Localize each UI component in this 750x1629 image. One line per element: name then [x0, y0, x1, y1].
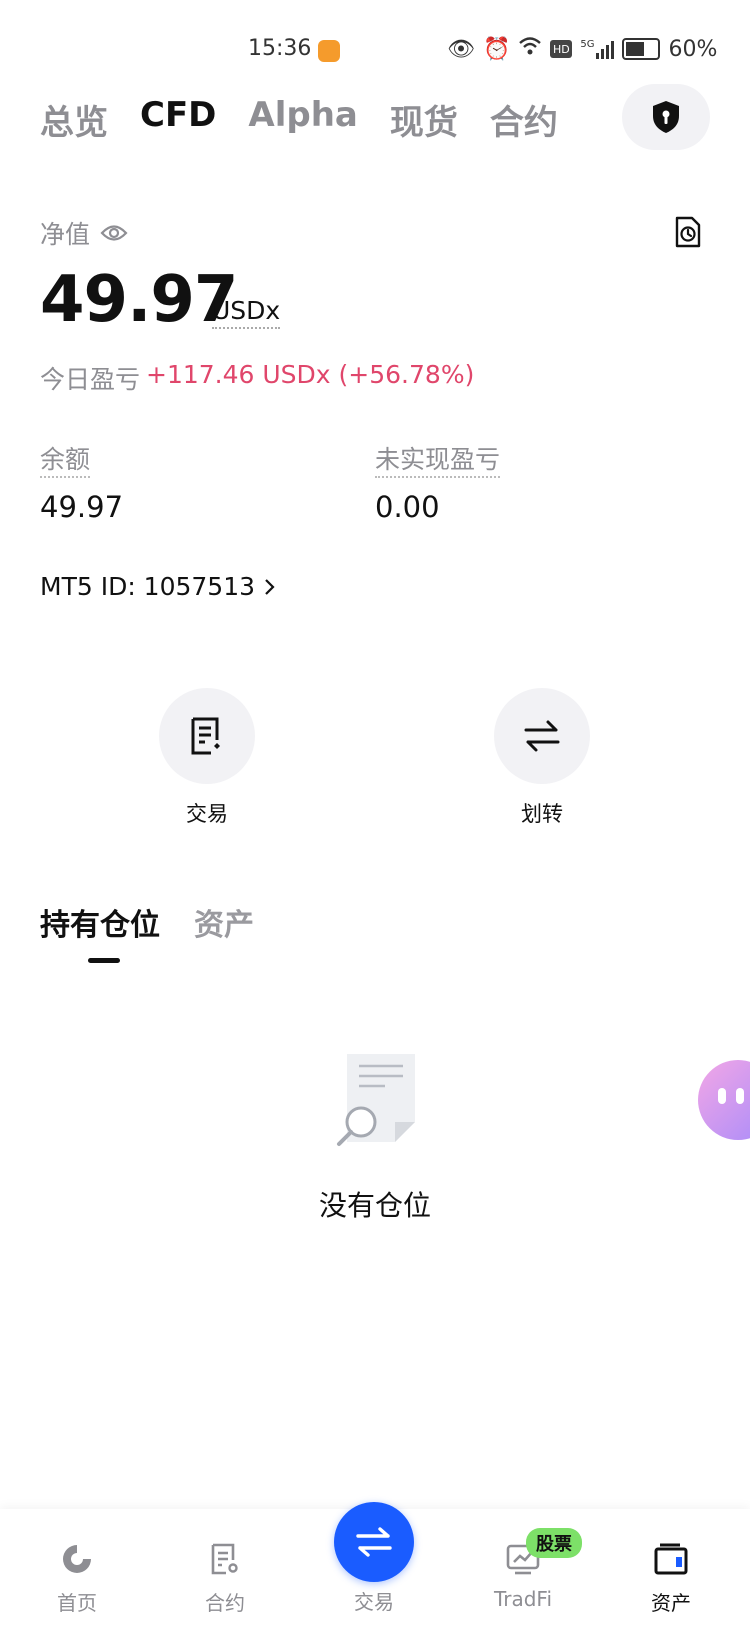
unrealized-pnl-value: 0.00	[375, 490, 440, 524]
today-pnl-label: 今日盈亏	[40, 365, 141, 394]
wallet-icon	[654, 1543, 688, 1575]
net-value-amount: 49.97	[40, 263, 238, 337]
mt5-id-link[interactable]: MT5 ID: 1057513	[40, 572, 275, 601]
tab-cfd[interactable]: CFD	[140, 95, 216, 144]
nav-assets[interactable]: 资产	[616, 1542, 726, 1616]
bubble-eye-icon	[718, 1088, 726, 1104]
status-indicators: 👁 ⏰ HD 5G 60%	[447, 36, 717, 62]
shield-icon	[653, 101, 679, 133]
alarm-icon: ⏰	[482, 36, 511, 62]
nav-assets-label: 资产	[651, 1591, 691, 1615]
tab-futures[interactable]: 合约	[490, 95, 558, 144]
wifi-icon	[518, 36, 542, 62]
transfer-action-label: 划转	[521, 802, 563, 826]
balance-label[interactable]: 余额	[40, 445, 91, 478]
history-icon[interactable]	[674, 216, 702, 252]
trade-action[interactable]: 交易	[147, 688, 267, 828]
mt5-id-text: MT5 ID: 1057513	[40, 572, 256, 601]
bubble-eye-icon	[736, 1088, 744, 1104]
home-icon	[63, 1545, 91, 1573]
futures-icon	[211, 1543, 238, 1575]
transfer-icon	[524, 720, 560, 752]
order-icon	[191, 717, 220, 755]
swap-icon	[356, 1527, 392, 1557]
nav-futures[interactable]: 合约	[170, 1542, 280, 1616]
eye-toggle-icon[interactable]	[100, 223, 128, 243]
status-time: 15:36	[248, 36, 312, 61]
security-button[interactable]	[622, 84, 710, 150]
empty-document-icon	[333, 1050, 423, 1154]
net-value-header: 净值	[40, 215, 128, 251]
battery-icon	[622, 38, 661, 60]
net-value-label: 净值	[40, 220, 91, 249]
today-pnl-row: 今日盈亏 +117.46 USDx (+56.78%)	[40, 360, 474, 396]
trade-action-label: 交易	[186, 802, 228, 826]
hd-icon: HD	[550, 40, 573, 58]
balance-value: 49.97	[40, 490, 124, 524]
positions-tab-bar: 持有仓位 资产	[40, 900, 254, 944]
battery-percent: 60%	[668, 36, 718, 62]
top-tab-bar: 总览 CFD Alpha 现货 合约	[40, 95, 558, 144]
unrealized-pnl-block: 未实现盈亏 0.00	[375, 440, 501, 524]
chevron-right-icon	[265, 578, 275, 595]
nav-trade-label-wrap: 交易	[319, 1586, 429, 1615]
transfer-action[interactable]: 划转	[482, 688, 602, 828]
nav-home-label: 首页	[57, 1591, 97, 1615]
tab-alpha[interactable]: Alpha	[248, 95, 357, 144]
assistant-bubble[interactable]	[698, 1060, 750, 1140]
active-tab-indicator	[88, 958, 120, 963]
today-pnl-value: +117.46 USDx (+56.78%)	[146, 360, 475, 389]
trade-action-button[interactable]	[159, 688, 255, 784]
nav-trade-button[interactable]	[334, 1502, 414, 1582]
nav-tradfi-label: TradFi	[493, 1587, 553, 1611]
nav-futures-label: 合约	[205, 1591, 245, 1615]
empty-state-text: 没有仓位	[318, 1189, 431, 1222]
tab-open-positions[interactable]: 持有仓位	[40, 900, 160, 944]
nav-trade-label: 交易	[354, 1590, 394, 1614]
balance-block: 余额 49.97	[40, 440, 123, 524]
notification-app-icon	[318, 40, 340, 62]
transfer-action-button[interactable]	[494, 688, 590, 784]
stock-badge: 股票	[526, 1528, 582, 1558]
tab-assets[interactable]: 资产	[194, 900, 254, 944]
eye-icon: 👁	[447, 36, 475, 62]
nav-home[interactable]: 首页	[22, 1542, 132, 1616]
tab-spot[interactable]: 现货	[390, 95, 458, 144]
net-value-unit[interactable]: USDx	[212, 296, 281, 329]
tab-overview[interactable]: 总览	[40, 95, 108, 144]
unrealized-pnl-label[interactable]: 未实现盈亏	[375, 445, 501, 478]
signal-icon: 5G	[580, 39, 615, 59]
